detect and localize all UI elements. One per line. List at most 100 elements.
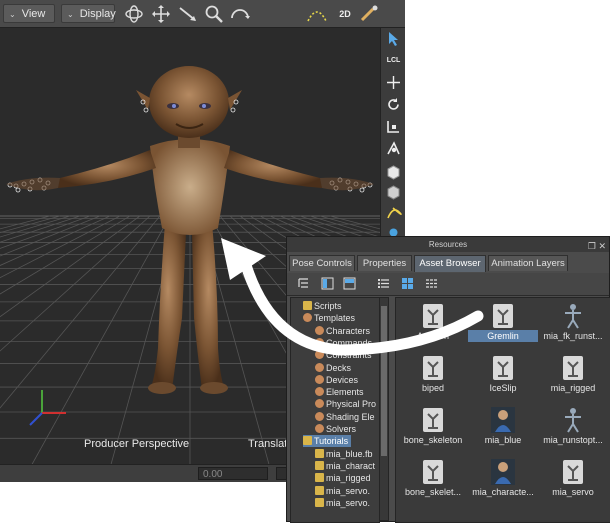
tree-item[interactable]: Templates	[303, 312, 355, 324]
tree-item[interactable]: Constraints	[315, 349, 372, 361]
asset-tile[interactable]: mia_runstopt...	[538, 406, 608, 446]
tree-item-label: mia_rigged	[326, 473, 371, 484]
asset-label: biped	[421, 383, 445, 393]
tree-item[interactable]: mia_blue.fb	[315, 448, 373, 460]
asset-label: Gremlin	[468, 330, 538, 342]
asset-tile[interactable]: biped	[398, 354, 468, 394]
viewer-toolbar: ⌄ View ⌄ Display 2D	[0, 0, 405, 28]
coord-x-field[interactable]: 0.00	[198, 467, 268, 480]
tree-item[interactable]: Solvers	[315, 423, 356, 435]
tree-item[interactable]: mia_charact	[315, 460, 375, 472]
split-vertical-icon[interactable]	[321, 277, 334, 290]
template-icon	[315, 411, 324, 421]
asset-tile[interactable]: mia_rigged	[538, 354, 608, 394]
tree-item[interactable]: mia_servo.	[315, 485, 370, 497]
tree-item[interactable]: Elements	[315, 386, 364, 398]
asset-label: bone_skeleton	[403, 435, 463, 445]
tree-item[interactable]: Decks	[315, 362, 351, 374]
resources-panel: Resources ❐ ✕ Pose Controls Properties A…	[286, 236, 610, 523]
character-file-icon	[420, 354, 446, 382]
tree-item[interactable]: Characters	[315, 325, 370, 337]
tree-item[interactable]: mia_rigged	[315, 472, 371, 484]
mode-2d-button[interactable]: 2D	[334, 3, 356, 25]
panel-title-text: Resources	[428, 240, 468, 249]
tree-item[interactable]: Scripts	[303, 300, 342, 312]
trajectory-icon[interactable]	[306, 3, 328, 25]
tree-item-label: mia_charact	[326, 460, 376, 471]
asset-tile[interactable]: Aragorn	[398, 302, 468, 342]
zoom-icon[interactable]	[203, 3, 225, 25]
dolly-icon[interactable]	[177, 3, 199, 25]
tree-item-label: Characters	[326, 325, 371, 336]
asset-tile[interactable]: bone_skelet...	[398, 458, 468, 498]
character-file-icon	[420, 406, 446, 434]
tab-asset-browser[interactable]: Asset Browser	[414, 255, 486, 272]
tree-item[interactable]: Devices	[315, 374, 358, 386]
template-icon	[315, 362, 324, 372]
close-icon[interactable]: ✕	[598, 241, 606, 251]
manipulator-icon[interactable]	[385, 140, 402, 157]
brush-icon[interactable]	[358, 3, 380, 25]
template-icon	[315, 424, 324, 433]
tab-animation-layers[interactable]: Animation Layers	[488, 255, 568, 271]
template-icon	[315, 350, 324, 360]
split-horizontal-icon[interactable]	[343, 277, 356, 290]
panel-window-buttons[interactable]: ❐ ✕	[588, 239, 606, 254]
asset-label: Aragorn	[416, 331, 450, 341]
scrollbar-thumb[interactable]	[381, 306, 387, 456]
cube-icon[interactable]	[385, 164, 402, 181]
tree-item-label: Scripts	[314, 301, 342, 311]
list-view-icon[interactable]	[377, 277, 390, 290]
asset-tile[interactable]: mia_fk_runst...	[538, 302, 608, 342]
rotate-icon[interactable]	[385, 96, 402, 113]
chevron-down-icon: ⌄	[9, 10, 16, 19]
asset-label: mia_runstopt...	[543, 435, 603, 445]
asset-tile[interactable]: bone_skeleton	[398, 406, 468, 446]
skeleton-icon	[560, 302, 586, 330]
tab-pose-controls[interactable]: Pose Controls	[289, 255, 355, 271]
tree-item-label: mia_blue.fb	[326, 448, 373, 459]
curve-icon[interactable]	[385, 204, 402, 221]
display-menu-button[interactable]: ⌄ Display	[61, 4, 116, 23]
pan-icon[interactable]	[150, 3, 172, 25]
character-file-icon	[420, 458, 446, 486]
tree-item[interactable]: Commands	[315, 337, 372, 349]
asset-browser-toolbar	[287, 273, 609, 296]
select-cursor-icon[interactable]	[385, 30, 402, 47]
local-mode-button[interactable]: LCL	[385, 52, 402, 69]
scale-icon[interactable]	[385, 118, 402, 135]
orbit-icon[interactable]	[123, 3, 145, 25]
tree-item[interactable]: Physical Pro	[315, 398, 376, 410]
tree-item-label: mia_servo.	[326, 485, 371, 496]
character-file-icon	[560, 458, 586, 486]
asset-tile[interactable]: Gremlin	[468, 302, 538, 342]
template-icon	[315, 337, 324, 347]
translate-icon[interactable]	[385, 74, 402, 91]
tree-item[interactable]: Tutorials	[303, 435, 352, 448]
skeleton-icon	[560, 406, 586, 434]
tree-view-icon[interactable]	[297, 277, 310, 290]
restore-icon[interactable]: ❐	[588, 241, 596, 251]
local-mode-label: LCL	[386, 57, 401, 64]
detail-view-icon[interactable]	[425, 277, 438, 290]
view-menu-button[interactable]: ⌄ View	[3, 4, 55, 23]
roll-icon[interactable]	[229, 3, 251, 25]
chevron-down-icon: ⌄	[67, 10, 74, 19]
tree-item[interactable]: mia_servo.	[315, 497, 370, 509]
tab-properties[interactable]: Properties	[357, 255, 412, 271]
folder-icon	[303, 436, 312, 446]
tree-item[interactable]: Shading Ele	[315, 411, 375, 423]
tree-item-label: mia_servo.	[326, 497, 371, 508]
asset-tile[interactable]: mia_blue	[468, 406, 538, 446]
asset-tile[interactable]: mia_servo	[538, 458, 608, 498]
asset-tile[interactable]: mia_characte...	[468, 458, 538, 498]
tree-scrollbar[interactable]	[379, 297, 389, 521]
tree-item-label: Constraints	[326, 350, 372, 361]
template-icon	[315, 325, 324, 335]
asset-tile[interactable]: IceSlip	[468, 354, 538, 394]
tree-item-label: Elements	[326, 387, 364, 398]
tab-label: Asset Browser	[419, 258, 481, 269]
icon-view-icon[interactable]	[401, 277, 414, 290]
asset-label: mia_characte...	[472, 487, 534, 497]
cube-alt-icon[interactable]	[385, 184, 402, 201]
